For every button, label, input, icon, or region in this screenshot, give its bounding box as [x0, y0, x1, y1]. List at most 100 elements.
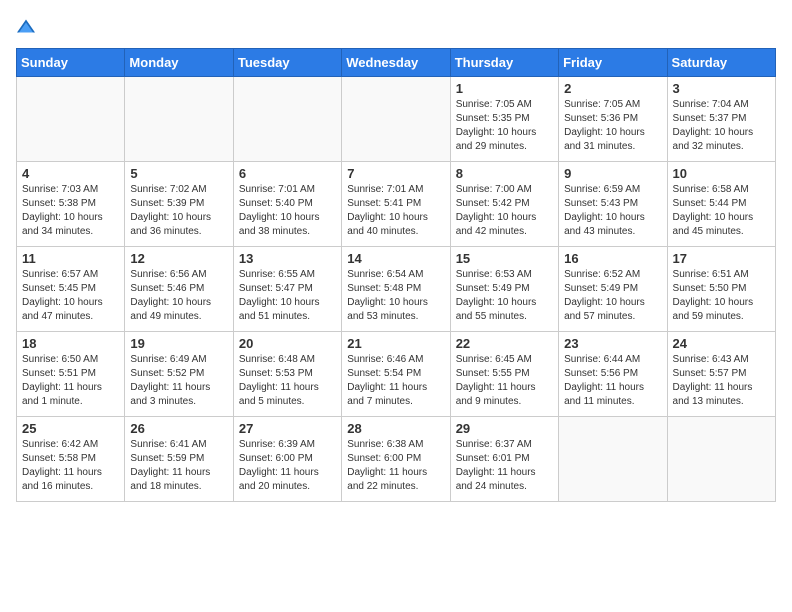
day-info: Sunrise: 6:54 AM Sunset: 5:48 PM Dayligh… — [347, 268, 444, 324]
day-info: Sunrise: 6:44 AM Sunset: 5:56 PM Dayligh… — [564, 353, 661, 409]
day-header-tuesday: Tuesday — [233, 49, 341, 77]
day-number: 7 — [347, 166, 444, 181]
calendar-cell — [125, 77, 233, 162]
logo — [16, 16, 40, 36]
day-number: 24 — [673, 336, 770, 351]
day-info: Sunrise: 6:53 AM Sunset: 5:49 PM Dayligh… — [456, 268, 553, 324]
day-header-saturday: Saturday — [667, 49, 775, 77]
calendar-cell — [233, 77, 341, 162]
day-number: 18 — [22, 336, 119, 351]
day-number: 26 — [130, 421, 227, 436]
calendar-week-2: 4 Sunrise: 7:03 AM Sunset: 5:38 PM Daylig… — [17, 162, 776, 247]
calendar-week-4: 18 Sunrise: 6:50 AM Sunset: 5:51 PM Dayli… — [17, 332, 776, 417]
calendar-cell: 23 Sunrise: 6:44 AM Sunset: 5:56 PM Dayli… — [559, 332, 667, 417]
day-number: 2 — [564, 81, 661, 96]
day-info: Sunrise: 7:02 AM Sunset: 5:39 PM Dayligh… — [130, 183, 227, 239]
calendar-cell: 10 Sunrise: 6:58 AM Sunset: 5:44 PM Dayli… — [667, 162, 775, 247]
day-number: 6 — [239, 166, 336, 181]
day-info: Sunrise: 6:58 AM Sunset: 5:44 PM Dayligh… — [673, 183, 770, 239]
calendar-cell: 7 Sunrise: 7:01 AM Sunset: 5:41 PM Daylig… — [342, 162, 450, 247]
day-info: Sunrise: 7:05 AM Sunset: 5:36 PM Dayligh… — [564, 98, 661, 154]
day-info: Sunrise: 7:03 AM Sunset: 5:38 PM Dayligh… — [22, 183, 119, 239]
day-info: Sunrise: 7:04 AM Sunset: 5:37 PM Dayligh… — [673, 98, 770, 154]
day-number: 13 — [239, 251, 336, 266]
day-info: Sunrise: 6:56 AM Sunset: 5:46 PM Dayligh… — [130, 268, 227, 324]
calendar-table: SundayMondayTuesdayWednesdayThursdayFrid… — [16, 48, 776, 502]
calendar-cell: 11 Sunrise: 6:57 AM Sunset: 5:45 PM Dayli… — [17, 247, 125, 332]
calendar-cell: 29 Sunrise: 6:37 AM Sunset: 6:01 PM Dayli… — [450, 417, 558, 502]
calendar-cell: 24Sunrise: 6:43 AM Sunset: 5:57 PM Dayli… — [667, 332, 775, 417]
calendar-cell: 20 Sunrise: 6:48 AM Sunset: 5:53 PM Dayli… — [233, 332, 341, 417]
day-info: Sunrise: 6:57 AM Sunset: 5:45 PM Dayligh… — [22, 268, 119, 324]
logo-icon — [16, 16, 36, 36]
day-info: Sunrise: 6:38 AM Sunset: 6:00 PM Dayligh… — [347, 438, 444, 494]
calendar-cell: 19Sunrise: 6:49 AM Sunset: 5:52 PM Dayli… — [125, 332, 233, 417]
calendar-cell: 26 Sunrise: 6:41 AM Sunset: 5:59 PM Dayli… — [125, 417, 233, 502]
day-info: Sunrise: 6:59 AM Sunset: 5:43 PM Dayligh… — [564, 183, 661, 239]
day-info: Sunrise: 6:39 AM Sunset: 6:00 PM Dayligh… — [239, 438, 336, 494]
calendar-cell: 22Sunrise: 6:45 AM Sunset: 5:55 PM Dayli… — [450, 332, 558, 417]
day-number: 29 — [456, 421, 553, 436]
calendar-cell: 15 Sunrise: 6:53 AM Sunset: 5:49 PM Dayli… — [450, 247, 558, 332]
day-info: Sunrise: 6:50 AM Sunset: 5:51 PM Dayligh… — [22, 353, 119, 409]
day-number: 3 — [673, 81, 770, 96]
day-number: 5 — [130, 166, 227, 181]
day-info: Sunrise: 6:55 AM Sunset: 5:47 PM Dayligh… — [239, 268, 336, 324]
day-info: Sunrise: 6:45 AM Sunset: 5:55 PM Dayligh… — [456, 353, 553, 409]
day-number: 12 — [130, 251, 227, 266]
day-header-wednesday: Wednesday — [342, 49, 450, 77]
day-number: 11 — [22, 251, 119, 266]
calendar-week-5: 25 Sunrise: 6:42 AM Sunset: 5:58 PM Dayli… — [17, 417, 776, 502]
page-header — [16, 16, 776, 36]
day-number: 16 — [564, 251, 661, 266]
calendar-cell: 8 Sunrise: 7:00 AM Sunset: 5:42 PM Daylig… — [450, 162, 558, 247]
calendar-cell — [667, 417, 775, 502]
day-number: 10 — [673, 166, 770, 181]
calendar-cell: 16 Sunrise: 6:52 AM Sunset: 5:49 PM Dayli… — [559, 247, 667, 332]
calendar-week-1: 1Sunrise: 7:05 AM Sunset: 5:35 PM Daylig… — [17, 77, 776, 162]
calendar-cell — [342, 77, 450, 162]
calendar-cell: 12 Sunrise: 6:56 AM Sunset: 5:46 PM Dayli… — [125, 247, 233, 332]
day-number: 20 — [239, 336, 336, 351]
calendar-cell: 9 Sunrise: 6:59 AM Sunset: 5:43 PM Daylig… — [559, 162, 667, 247]
calendar-cell: 4 Sunrise: 7:03 AM Sunset: 5:38 PM Daylig… — [17, 162, 125, 247]
day-number: 21 — [347, 336, 444, 351]
day-number: 23 — [564, 336, 661, 351]
day-number: 25 — [22, 421, 119, 436]
day-number: 27 — [239, 421, 336, 436]
calendar-cell: 18 Sunrise: 6:50 AM Sunset: 5:51 PM Dayli… — [17, 332, 125, 417]
calendar-cell — [559, 417, 667, 502]
calendar-cell: 27 Sunrise: 6:39 AM Sunset: 6:00 PM Dayli… — [233, 417, 341, 502]
day-info: Sunrise: 7:01 AM Sunset: 5:41 PM Dayligh… — [347, 183, 444, 239]
day-info: Sunrise: 6:46 AM Sunset: 5:54 PM Dayligh… — [347, 353, 444, 409]
calendar-cell: 1Sunrise: 7:05 AM Sunset: 5:35 PM Daylig… — [450, 77, 558, 162]
calendar-cell — [17, 77, 125, 162]
day-info: Sunrise: 6:49 AM Sunset: 5:52 PM Dayligh… — [130, 353, 227, 409]
day-number: 1 — [456, 81, 553, 96]
day-number: 14 — [347, 251, 444, 266]
day-info: Sunrise: 6:48 AM Sunset: 5:53 PM Dayligh… — [239, 353, 336, 409]
day-info: Sunrise: 7:00 AM Sunset: 5:42 PM Dayligh… — [456, 183, 553, 239]
calendar-cell: 14 Sunrise: 6:54 AM Sunset: 5:48 PM Dayli… — [342, 247, 450, 332]
day-info: Sunrise: 7:01 AM Sunset: 5:40 PM Dayligh… — [239, 183, 336, 239]
day-number: 17 — [673, 251, 770, 266]
day-number: 8 — [456, 166, 553, 181]
calendar-cell: 25 Sunrise: 6:42 AM Sunset: 5:58 PM Dayli… — [17, 417, 125, 502]
day-info: Sunrise: 6:37 AM Sunset: 6:01 PM Dayligh… — [456, 438, 553, 494]
day-info: Sunrise: 6:51 AM Sunset: 5:50 PM Dayligh… — [673, 268, 770, 324]
day-header-sunday: Sunday — [17, 49, 125, 77]
day-info: Sunrise: 6:52 AM Sunset: 5:49 PM Dayligh… — [564, 268, 661, 324]
day-header-friday: Friday — [559, 49, 667, 77]
day-number: 4 — [22, 166, 119, 181]
calendar-cell: 13 Sunrise: 6:55 AM Sunset: 5:47 PM Dayli… — [233, 247, 341, 332]
calendar-cell: 6 Sunrise: 7:01 AM Sunset: 5:40 PM Daylig… — [233, 162, 341, 247]
calendar-week-3: 11 Sunrise: 6:57 AM Sunset: 5:45 PM Dayli… — [17, 247, 776, 332]
day-info: Sunrise: 6:42 AM Sunset: 5:58 PM Dayligh… — [22, 438, 119, 494]
header-row: SundayMondayTuesdayWednesdayThursdayFrid… — [17, 49, 776, 77]
day-number: 15 — [456, 251, 553, 266]
calendar-cell: 21 Sunrise: 6:46 AM Sunset: 5:54 PM Dayli… — [342, 332, 450, 417]
day-number: 28 — [347, 421, 444, 436]
day-number: 9 — [564, 166, 661, 181]
day-header-monday: Monday — [125, 49, 233, 77]
day-info: Sunrise: 6:41 AM Sunset: 5:59 PM Dayligh… — [130, 438, 227, 494]
